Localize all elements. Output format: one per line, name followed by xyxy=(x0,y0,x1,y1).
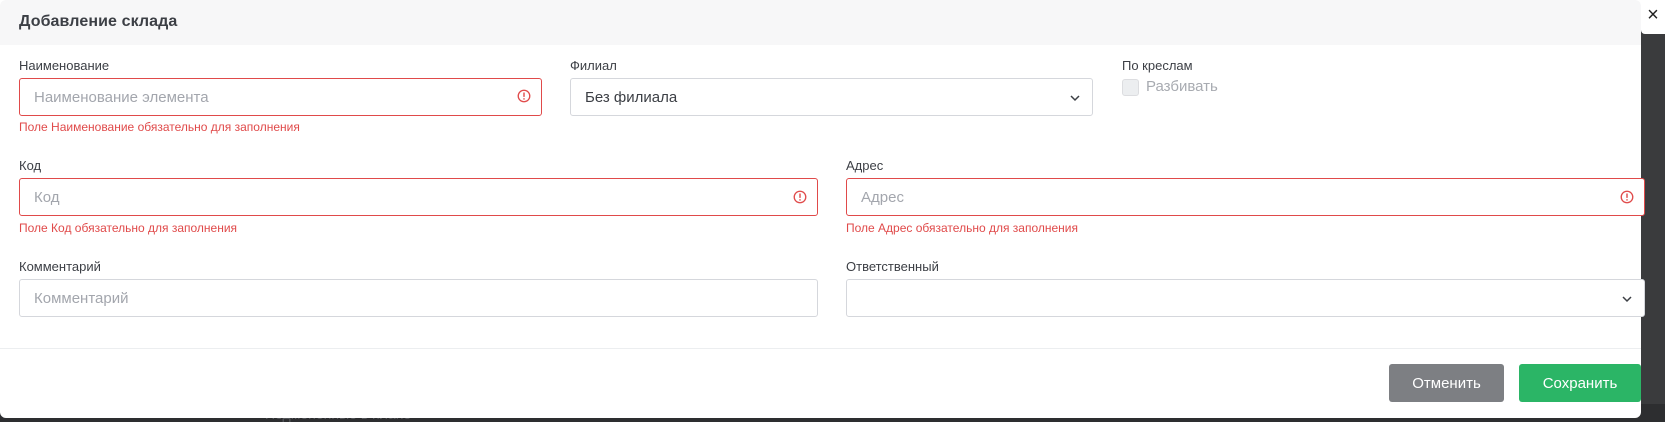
code-error-message: Поле Код обязательно для заполнения xyxy=(19,221,238,235)
comment-label: Комментарий xyxy=(19,259,101,274)
address-error-icon xyxy=(1620,190,1634,204)
close-icon[interactable]: × xyxy=(1643,2,1663,28)
address-label: Адрес xyxy=(846,158,884,173)
comment-input[interactable] xyxy=(19,279,818,317)
address-error-message: Поле Адрес обязательно для заполнения xyxy=(846,221,1079,235)
branch-label: Филиал xyxy=(570,58,617,73)
cancel-button[interactable]: Отменить xyxy=(1389,364,1504,402)
chevron-down-icon xyxy=(1070,95,1080,102)
name-error-message: Поле Наименование обязательно для заполн… xyxy=(19,120,300,134)
code-error-icon xyxy=(793,190,807,204)
code-label: Код xyxy=(19,158,42,173)
by-chairs-label: По креслам xyxy=(1122,58,1193,73)
split-checkbox[interactable] xyxy=(1122,79,1139,96)
save-button[interactable]: Сохранить xyxy=(1519,364,1641,402)
split-checkbox-label: Разбивать xyxy=(1146,78,1218,95)
name-error-icon xyxy=(517,89,531,103)
footer-divider xyxy=(0,348,1641,349)
chevron-down-icon xyxy=(1622,296,1632,303)
name-input[interactable] xyxy=(19,78,542,116)
name-label: Наименование xyxy=(19,58,110,73)
code-input[interactable] xyxy=(19,178,818,216)
responsible-label: Ответственный xyxy=(846,259,939,274)
responsible-select[interactable] xyxy=(846,279,1645,317)
address-input[interactable] xyxy=(846,178,1645,216)
dialog-title: Добавление склада xyxy=(19,13,178,30)
add-warehouse-dialog: Добавление склада Наименование Поле Наим… xyxy=(0,0,1645,418)
branch-select[interactable]: Без филиала xyxy=(570,78,1093,116)
dialog-header: Добавление склада xyxy=(0,0,1641,45)
branch-selected-value: Без филиала xyxy=(585,89,678,106)
